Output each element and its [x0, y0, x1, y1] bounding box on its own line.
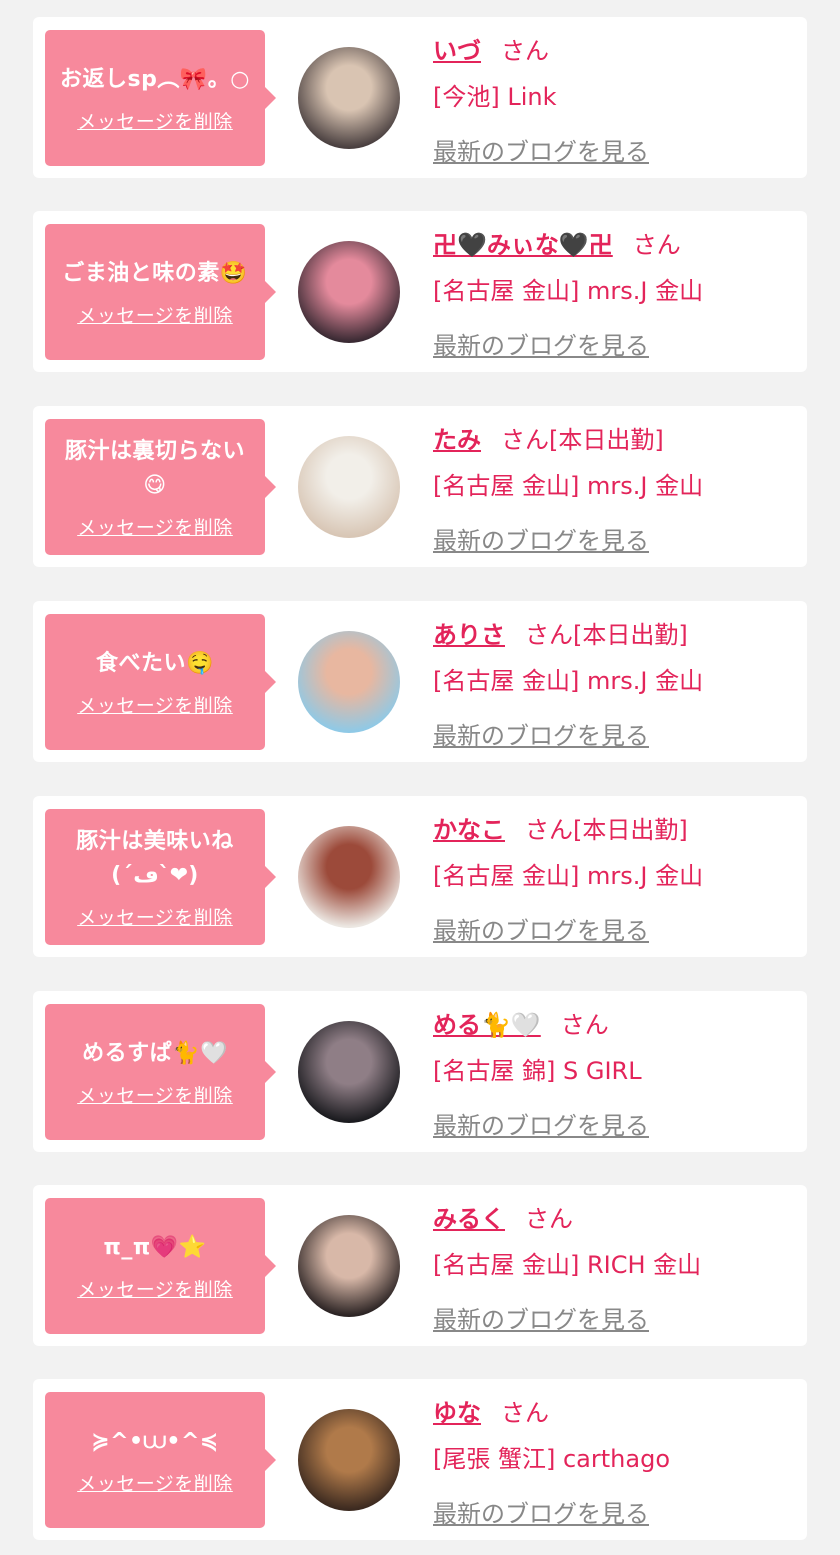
latest-blog-link[interactable]: 最新のブログを見る	[433, 132, 649, 167]
delete-message-link[interactable]: メッセージを削除	[77, 1469, 233, 1496]
delete-message-link[interactable]: メッセージを削除	[77, 691, 233, 718]
message-bubble: めるすぱ🐈🤍 メッセージを削除	[45, 1004, 276, 1140]
honorific: さん	[501, 426, 549, 454]
shop-label: [尾張 蟹江] carthago	[433, 1445, 670, 1473]
delete-message-link[interactable]: メッセージを削除	[77, 301, 233, 328]
honorific: さん	[525, 1205, 573, 1233]
message-bubble: π_π💗⭐ メッセージを削除	[45, 1198, 276, 1334]
shop-label: [今池] Link	[433, 83, 557, 111]
avatar[interactable]	[298, 631, 400, 733]
honorific: さん	[525, 816, 573, 844]
message-text: お返しsp︵🎀。○	[60, 66, 250, 92]
message-card: ごま油と味の素🤩 メッセージを削除 卍🖤みぃな🖤卍 さん [名古屋 金山] mrs…	[33, 211, 807, 372]
avatar[interactable]	[298, 1409, 400, 1511]
latest-blog-link[interactable]: 最新のブログを見る	[433, 716, 649, 751]
attendance-status: [本日出勤]	[549, 426, 664, 454]
delete-message-link[interactable]: メッセージを削除	[77, 513, 233, 540]
message-bubble: 豚汁は裏切らない 😋 メッセージを削除	[45, 419, 276, 555]
message-bubble: お返しsp︵🎀。○ メッセージを削除	[45, 30, 276, 166]
avatar[interactable]	[298, 1021, 400, 1123]
avatar[interactable]	[298, 436, 400, 538]
honorific: さん	[501, 1399, 549, 1427]
delete-message-link[interactable]: メッセージを削除	[77, 1081, 233, 1108]
message-text: π_π💗⭐	[103, 1234, 207, 1260]
shop-label: [名古屋 錦] S GIRL	[433, 1057, 642, 1085]
shop-label: [名古屋 金山] mrs.J 金山	[433, 277, 704, 305]
message-card: 豚汁は美味いね (´ڡ`❤) メッセージを削除 かなこ さん[本日出勤] [名古屋…	[33, 796, 807, 957]
delete-message-link[interactable]: メッセージを削除	[77, 903, 233, 930]
attendance-status: [本日出勤]	[573, 621, 688, 649]
message-card: お返しsp︵🎀。○ メッセージを削除 いづ さん [今池] Link 最新のブログ…	[33, 17, 807, 178]
avatar[interactable]	[298, 1215, 400, 1317]
attendance-status: [本日出勤]	[573, 816, 688, 844]
message-text: 豚汁は裏切らない 😋	[64, 438, 245, 498]
avatar[interactable]	[298, 47, 400, 149]
honorific: さん	[525, 621, 573, 649]
girl-name-link[interactable]: みるく	[433, 1205, 505, 1233]
latest-blog-link[interactable]: 最新のブログを見る	[433, 1106, 649, 1141]
shop-label: [名古屋 金山] RICH 金山	[433, 1251, 702, 1279]
message-bubble: 豚汁は美味いね (´ڡ`❤) メッセージを削除	[45, 809, 276, 945]
girl-name-link[interactable]: かなこ	[433, 816, 505, 844]
avatar[interactable]	[298, 241, 400, 343]
message-text: めるすぱ🐈🤍	[82, 1040, 228, 1066]
latest-blog-link[interactable]: 最新のブログを見る	[433, 1494, 649, 1529]
girl-name-link[interactable]: ゆな	[433, 1399, 481, 1427]
message-text: ≽^•⩊•^≼	[91, 1428, 219, 1454]
message-text: 食べたい🤤	[96, 650, 214, 676]
latest-blog-link[interactable]: 最新のブログを見る	[433, 1300, 649, 1335]
message-text: ごま油と味の素🤩	[62, 260, 248, 286]
honorific: さん	[632, 231, 681, 259]
shop-label: [名古屋 金山] mrs.J 金山	[433, 667, 704, 695]
latest-blog-link[interactable]: 最新のブログを見る	[433, 326, 649, 361]
shop-label: [名古屋 金山] mrs.J 金山	[433, 862, 704, 890]
honorific: さん	[560, 1011, 609, 1039]
girl-name-link[interactable]: いづ	[433, 37, 481, 65]
message-card: 豚汁は裏切らない 😋 メッセージを削除 たみ さん[本日出勤] [名古屋 金山] …	[33, 406, 807, 567]
message-bubble: 食べたい🤤 メッセージを削除	[45, 614, 276, 750]
message-bubble: ごま油と味の素🤩 メッセージを削除	[45, 224, 276, 360]
message-card: π_π💗⭐ メッセージを削除 みるく さん [名古屋 金山] RICH 金山 最新…	[33, 1185, 807, 1346]
girl-name-link[interactable]: 卍🖤みぃな🖤卍	[433, 231, 613, 259]
message-card: ≽^•⩊•^≼ メッセージを削除 ゆな さん [尾張 蟹江] carthago 最…	[33, 1379, 807, 1540]
delete-message-link[interactable]: メッセージを削除	[77, 1275, 233, 1302]
girl-name-link[interactable]: たみ	[433, 426, 481, 454]
delete-message-link[interactable]: メッセージを削除	[77, 107, 233, 134]
girl-name-link[interactable]: ありさ	[433, 621, 505, 649]
honorific: さん	[501, 37, 549, 65]
message-bubble: ≽^•⩊•^≼ メッセージを削除	[45, 1392, 276, 1528]
message-card: 食べたい🤤 メッセージを削除 ありさ さん[本日出勤] [名古屋 金山] mrs.…	[33, 601, 807, 762]
message-card: めるすぱ🐈🤍 メッセージを削除 める🐈🤍 さん [名古屋 錦] S GIRL 最新…	[33, 991, 807, 1152]
message-text: 豚汁は美味いね (´ڡ`❤)	[76, 828, 234, 888]
latest-blog-link[interactable]: 最新のブログを見る	[433, 911, 649, 946]
girl-name-link[interactable]: める🐈🤍	[433, 1011, 541, 1039]
latest-blog-link[interactable]: 最新のブログを見る	[433, 521, 649, 556]
shop-label: [名古屋 金山] mrs.J 金山	[433, 472, 704, 500]
avatar[interactable]	[298, 826, 400, 928]
